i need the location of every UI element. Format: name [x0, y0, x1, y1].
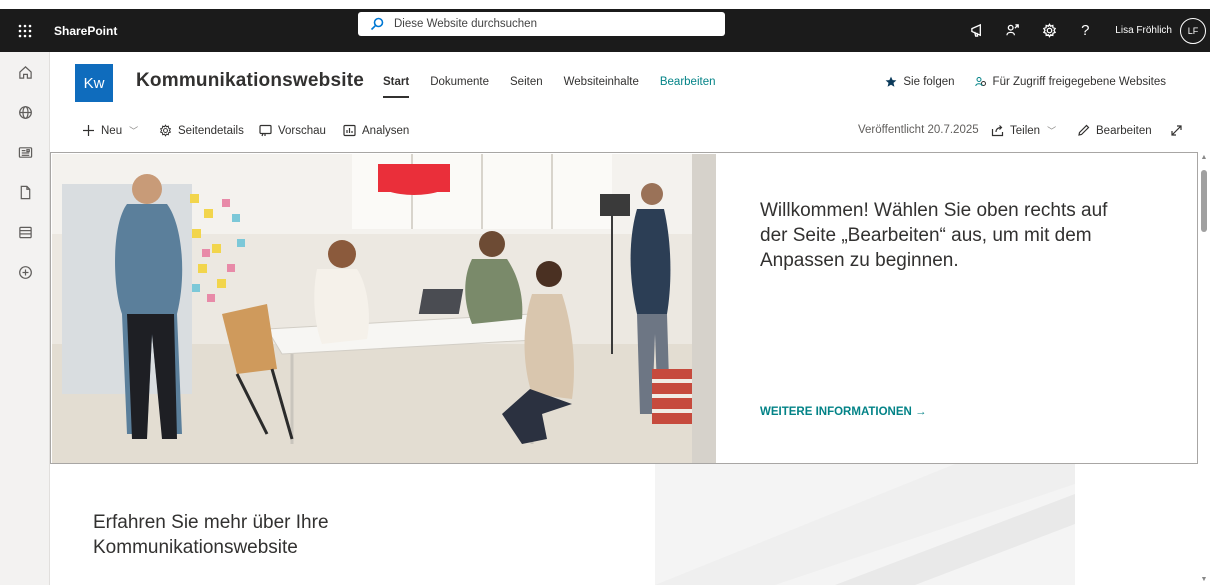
page-details-button[interactable]: Seitendetails	[159, 124, 244, 137]
section-image	[655, 464, 1075, 585]
search-input[interactable]: Diese Website durchsuchen	[358, 12, 725, 36]
scroll-up-arrow[interactable]: ▲	[1198, 154, 1210, 161]
analytics-icon	[343, 124, 356, 137]
follow-label: Sie folgen	[903, 76, 955, 88]
site-actions: Sie folgen Für Zugriff freigegebene Webs…	[865, 76, 1166, 88]
preview-icon	[259, 124, 272, 137]
new-button[interactable]: Neu ﹀	[82, 124, 138, 137]
nav-edit[interactable]: Bearbeiten	[660, 76, 716, 88]
nav-documents[interactable]: Dokumente	[430, 76, 489, 88]
learn-more-link[interactable]: WEITERE INFORMATIONEN →	[760, 406, 927, 418]
preview-button[interactable]: Vorschau	[259, 124, 326, 137]
scroll-down-arrow[interactable]: ▼	[1198, 576, 1210, 583]
share-people-icon[interactable]	[995, 9, 1031, 52]
waffle-icon[interactable]	[0, 9, 50, 52]
shared-people-icon	[974, 77, 986, 87]
megaphone-icon[interactable]	[959, 9, 995, 52]
shared-sites-button[interactable]: Für Zugriff freigegebene Websites	[974, 76, 1166, 88]
analytics-button[interactable]: Analysen	[343, 124, 409, 137]
nav-site-contents[interactable]: Websiteinhalte	[564, 76, 639, 88]
analytics-label: Analysen	[362, 124, 410, 137]
help-icon[interactable]: ?	[1067, 9, 1103, 52]
app-name[interactable]: SharePoint	[54, 24, 354, 38]
document-icon[interactable]	[0, 172, 50, 212]
new-label: Neu	[101, 124, 123, 137]
gear-icon[interactable]	[1031, 9, 1067, 52]
suite-actions: ? Lisa Fröhlich LF	[959, 9, 1206, 52]
chevron-down-icon: ﹀	[129, 126, 139, 136]
home-icon[interactable]	[0, 52, 50, 92]
globe-icon[interactable]	[0, 92, 50, 132]
search-placeholder: Diese Website durchsuchen	[394, 18, 537, 30]
hero-image[interactable]	[52, 154, 716, 463]
avatar[interactable]: LF	[1180, 17, 1206, 44]
nav-start[interactable]: Start	[383, 76, 410, 98]
news-icon[interactable]	[0, 132, 50, 172]
section-title: Erfahren Sie mehr über Ihre Kommunikatio…	[93, 512, 329, 558]
site-title[interactable]: Kommunikationswebsite	[136, 70, 364, 92]
hero-webpart[interactable]: Willkommen! Wählen Sie oben rechts auf d…	[50, 152, 1198, 464]
site-navigation: Start Dokumente Seiten Websiteinhalte Be…	[383, 76, 736, 98]
pencil-icon	[1078, 124, 1090, 136]
site-logo[interactable]: Kw	[75, 64, 113, 102]
search-icon	[370, 17, 384, 31]
left-rail	[0, 52, 50, 585]
command-bar: Neu ﹀ Seitendetails Vorschau Analysen Ve…	[50, 117, 1210, 147]
published-status: Veröffentlicht 20.7.2025	[858, 124, 979, 136]
user-name[interactable]: Lisa Fröhlich	[1115, 25, 1172, 36]
shared-sites-label: Für Zugriff freigegebene Websites	[992, 76, 1166, 88]
follow-button[interactable]: Sie folgen	[885, 76, 955, 88]
add-circle-icon[interactable]	[0, 252, 50, 292]
scroll-thumb[interactable]	[1201, 170, 1207, 232]
star-icon	[885, 76, 897, 87]
chevron-down-icon: ﹀	[1047, 126, 1057, 136]
edit-page-label: Bearbeiten	[1096, 124, 1152, 137]
hero-heading: Willkommen! Wählen Sie oben rechts auf d…	[760, 200, 1108, 271]
page-details-label: Seitendetails	[178, 124, 244, 137]
preview-label: Vorschau	[278, 124, 326, 137]
edit-page-button[interactable]: Bearbeiten	[1077, 124, 1152, 137]
share-button[interactable]: Teilen ﹀	[991, 124, 1056, 137]
share-icon	[991, 125, 1004, 137]
scrollbar[interactable]: ▲ ▼	[1198, 152, 1210, 585]
list-icon[interactable]	[0, 212, 50, 252]
nav-pages[interactable]: Seiten	[510, 76, 543, 88]
gear-icon	[159, 124, 172, 137]
plus-icon	[83, 125, 94, 136]
expand-icon[interactable]	[1170, 124, 1189, 137]
share-label: Teilen	[1010, 124, 1041, 137]
